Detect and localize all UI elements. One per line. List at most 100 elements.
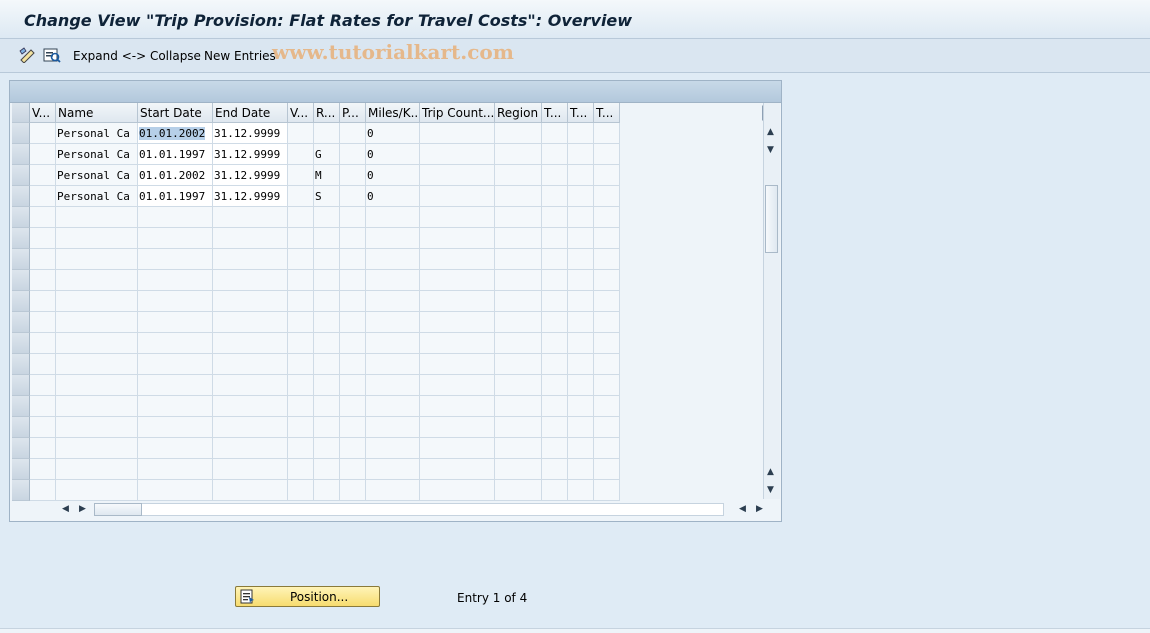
row-selector[interactable] bbox=[12, 291, 30, 312]
table-cell bbox=[340, 438, 366, 459]
row-selector[interactable] bbox=[12, 333, 30, 354]
vertical-scrollbar[interactable]: ▲ ▼ ▲ ▼ bbox=[763, 103, 780, 499]
table-cell[interactable]: 01.01.2002 bbox=[138, 165, 213, 186]
table-cell bbox=[30, 249, 56, 270]
column-header[interactable]: Region bbox=[495, 103, 542, 123]
cell-value: 31.12.9999 bbox=[214, 148, 281, 161]
table-cell[interactable]: 01.01.2002 bbox=[138, 123, 213, 144]
table-cell bbox=[568, 354, 594, 375]
row-selector[interactable] bbox=[12, 417, 30, 438]
table-cell bbox=[213, 459, 288, 480]
empty-table-row bbox=[10, 354, 620, 375]
table-cell bbox=[495, 312, 542, 333]
column-header[interactable]: T... bbox=[542, 103, 568, 123]
empty-table-row bbox=[10, 312, 620, 333]
table-cell bbox=[288, 165, 314, 186]
table-cell bbox=[56, 249, 138, 270]
row-selector[interactable] bbox=[12, 165, 30, 186]
table-cell[interactable]: 31.12.9999 bbox=[213, 165, 288, 186]
row-selector[interactable] bbox=[12, 375, 30, 396]
table-row: Personal Ca 01.01.2002 31.12.9999 0 bbox=[10, 123, 620, 144]
table-cell bbox=[594, 396, 620, 417]
column-header[interactable]: Name bbox=[56, 103, 138, 123]
table-cell[interactable]: 01.01.1997 bbox=[138, 144, 213, 165]
table-cell bbox=[420, 207, 495, 228]
table-cell bbox=[56, 459, 138, 480]
table-cell bbox=[568, 123, 594, 144]
column-header[interactable]: T... bbox=[568, 103, 594, 123]
page-down-icon[interactable]: ▼ bbox=[767, 485, 774, 495]
table-cell[interactable]: 31.12.9999 bbox=[213, 186, 288, 207]
table-cell[interactable]: 31.12.9999 bbox=[213, 144, 288, 165]
table-cell bbox=[288, 333, 314, 354]
table-row: Personal Ca 01.01.1997 31.12.9999 S 0 bbox=[10, 186, 620, 207]
row-selector[interactable] bbox=[12, 228, 30, 249]
position-button[interactable]: Position... bbox=[235, 586, 380, 607]
row-selector[interactable] bbox=[12, 186, 30, 207]
table-cell bbox=[568, 375, 594, 396]
row-selector[interactable] bbox=[12, 459, 30, 480]
table-cell bbox=[542, 459, 568, 480]
row-selector[interactable] bbox=[12, 396, 30, 417]
column-header[interactable]: V... bbox=[30, 103, 56, 123]
display-change-icon[interactable] bbox=[19, 47, 37, 63]
row-selector[interactable] bbox=[12, 354, 30, 375]
table-cell bbox=[314, 123, 340, 144]
table-cell[interactable]: 01.01.1997 bbox=[138, 186, 213, 207]
scroll-far-right-icon[interactable]: ▶ bbox=[756, 504, 763, 514]
scroll-far-left-icon[interactable]: ◀ bbox=[739, 504, 746, 514]
table-cell bbox=[542, 186, 568, 207]
column-header[interactable]: End Date bbox=[213, 103, 288, 123]
column-header[interactable]: T... bbox=[594, 103, 620, 123]
row-selector[interactable] bbox=[12, 249, 30, 270]
page-up-icon[interactable]: ▲ bbox=[767, 467, 774, 477]
vertical-scroll-thumb[interactable] bbox=[765, 185, 778, 253]
table-cell bbox=[138, 354, 213, 375]
horizontal-scroll-thumb[interactable] bbox=[94, 503, 142, 516]
table-cell bbox=[288, 291, 314, 312]
cell-value: Personal Ca bbox=[57, 148, 130, 161]
table-cell bbox=[213, 333, 288, 354]
table-cell bbox=[594, 354, 620, 375]
table-cell bbox=[594, 459, 620, 480]
column-header[interactable]: Trip Count... bbox=[420, 103, 495, 123]
table-cell bbox=[30, 438, 56, 459]
table-cell bbox=[495, 396, 542, 417]
expand-collapse-button[interactable]: Expand <-> Collapse bbox=[73, 49, 201, 63]
new-entries-button[interactable]: New Entries bbox=[204, 49, 276, 63]
row-selector[interactable] bbox=[12, 207, 30, 228]
scroll-right-icon[interactable]: ▶ bbox=[79, 504, 86, 514]
table-cell bbox=[542, 417, 568, 438]
empty-table-row bbox=[10, 333, 620, 354]
table-cell bbox=[30, 354, 56, 375]
horizontal-scroll-track[interactable] bbox=[94, 503, 724, 516]
table-cell bbox=[542, 207, 568, 228]
table-cell bbox=[288, 354, 314, 375]
row-selector[interactable] bbox=[12, 438, 30, 459]
scroll-left-icon[interactable]: ◀ bbox=[62, 504, 69, 514]
table-cell bbox=[314, 228, 340, 249]
row-selector[interactable] bbox=[12, 144, 30, 165]
column-header[interactable]: R... bbox=[314, 103, 340, 123]
column-header[interactable]: Miles/K... bbox=[366, 103, 420, 123]
table-cell bbox=[420, 438, 495, 459]
details-icon[interactable] bbox=[43, 47, 61, 63]
table-cell[interactable]: 31.12.9999 bbox=[213, 123, 288, 144]
table-cell bbox=[314, 396, 340, 417]
select-all-cell[interactable] bbox=[12, 103, 30, 123]
table-cell bbox=[340, 249, 366, 270]
scroll-up-icon[interactable]: ▲ bbox=[767, 127, 774, 137]
cell-value: 01.01.1997 bbox=[139, 190, 206, 203]
row-selector[interactable] bbox=[12, 480, 30, 501]
table-cell bbox=[594, 270, 620, 291]
row-selector[interactable] bbox=[12, 270, 30, 291]
column-header[interactable]: Start Date bbox=[138, 103, 213, 123]
row-selector[interactable] bbox=[12, 312, 30, 333]
row-selector[interactable] bbox=[12, 123, 30, 144]
table-cell bbox=[314, 417, 340, 438]
scroll-down-icon[interactable]: ▼ bbox=[767, 145, 774, 155]
table-cell bbox=[288, 270, 314, 291]
column-header[interactable]: V... bbox=[288, 103, 314, 123]
horizontal-scrollbar[interactable]: ◀ ▶ ◀ ▶ bbox=[56, 501, 763, 517]
column-header[interactable]: P... bbox=[340, 103, 366, 123]
